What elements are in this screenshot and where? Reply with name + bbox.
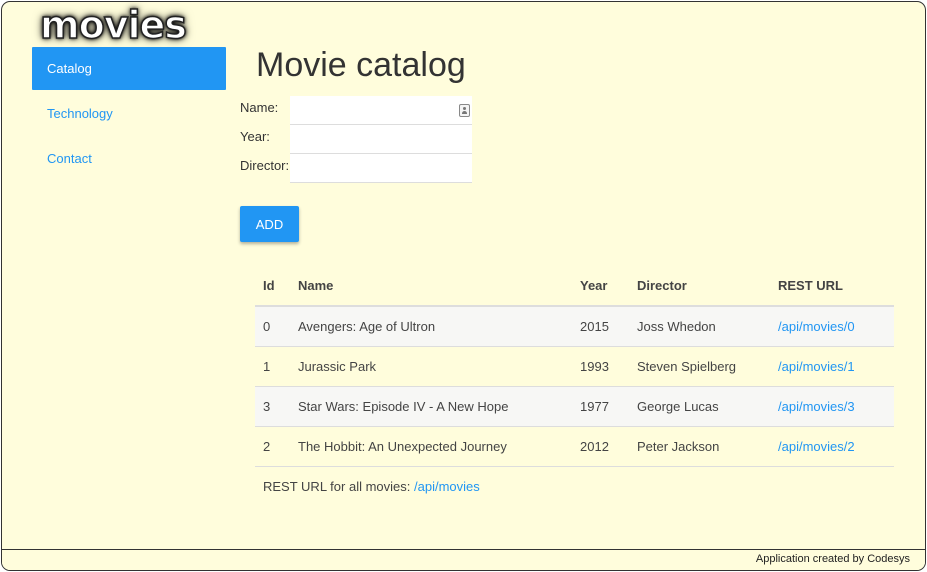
rest-url-link[interactable]: /api/movies/1	[778, 359, 855, 374]
movies-logo: movies	[39, 3, 187, 47]
cell-year: 2012	[572, 426, 629, 467]
cell-id: 0	[255, 306, 290, 347]
sidebar-item-catalog[interactable]: Catalog	[32, 47, 226, 90]
cell-rest-url: /api/movies/3	[770, 386, 894, 427]
cell-rest-url: /api/movies/1	[770, 346, 894, 387]
cell-year: 1977	[572, 386, 629, 427]
cell-year: 1993	[572, 346, 629, 387]
header-rest-url: REST URL	[770, 266, 894, 307]
footer-credit: Application created by Codesys	[755, 553, 910, 565]
table-row: 0 Avengers: Age of Ultron 2015 Joss Whed…	[255, 306, 894, 347]
rest-all-prefix: REST URL for all movies:	[263, 479, 414, 494]
page-title: Movie catalog	[256, 46, 466, 84]
name-input[interactable]	[290, 96, 472, 125]
sidebar-item-contact[interactable]: Contact	[32, 137, 226, 180]
table-row: 2 The Hobbit: An Unexpected Journey 2012…	[255, 426, 894, 467]
rest-all-note: REST URL for all movies: /api/movies	[263, 479, 480, 494]
year-label: Year:	[240, 129, 270, 144]
rest-url-link[interactable]: /api/movies/2	[778, 439, 855, 454]
footer: Application created by Codesys	[2, 549, 925, 570]
cell-name: Avengers: Age of Ultron	[290, 306, 572, 347]
table-header-row: Id Name Year Director REST URL	[255, 266, 894, 307]
cell-director: Steven Spielberg	[629, 346, 770, 387]
contact-card-icon[interactable]	[459, 104, 470, 117]
header-name: Name	[290, 266, 572, 307]
header-year: Year	[572, 266, 629, 307]
rest-url-link[interactable]: /api/movies/3	[778, 399, 855, 414]
year-input[interactable]	[290, 125, 472, 154]
cell-id: 1	[255, 346, 290, 387]
table-row: 3 Star Wars: Episode IV - A New Hope 197…	[255, 386, 894, 427]
table-row: 1 Jurassic Park 1993 Steven Spielberg /a…	[255, 346, 894, 387]
cell-year: 2015	[572, 306, 629, 347]
app-window: movies Catalog Technology Contact Movie …	[1, 1, 926, 571]
director-input[interactable]	[290, 154, 472, 183]
cell-name: Star Wars: Episode IV - A New Hope	[290, 386, 572, 427]
name-label: Name:	[240, 100, 279, 115]
rest-all-link[interactable]: /api/movies	[414, 479, 480, 494]
cell-director: George Lucas	[629, 386, 770, 427]
cell-director: Joss Whedon	[629, 306, 770, 347]
sidebar-item-technology[interactable]: Technology	[32, 92, 226, 135]
header-director: Director	[629, 266, 770, 307]
add-button[interactable]: ADD	[240, 206, 299, 242]
movies-table: Id Name Year Director REST URL 0 Avenger…	[255, 266, 894, 467]
cell-rest-url: /api/movies/2	[770, 426, 894, 467]
cell-id: 2	[255, 426, 290, 467]
sidebar-nav: Catalog Technology Contact	[32, 47, 226, 182]
cell-id: 3	[255, 386, 290, 427]
director-label: Director:	[240, 158, 290, 173]
cell-name: The Hobbit: An Unexpected Journey	[290, 426, 572, 467]
rest-url-link[interactable]: /api/movies/0	[778, 319, 855, 334]
header-id: Id	[255, 266, 290, 307]
cell-name: Jurassic Park	[290, 346, 572, 387]
cell-director: Peter Jackson	[629, 426, 770, 467]
cell-rest-url: /api/movies/0	[770, 306, 894, 347]
